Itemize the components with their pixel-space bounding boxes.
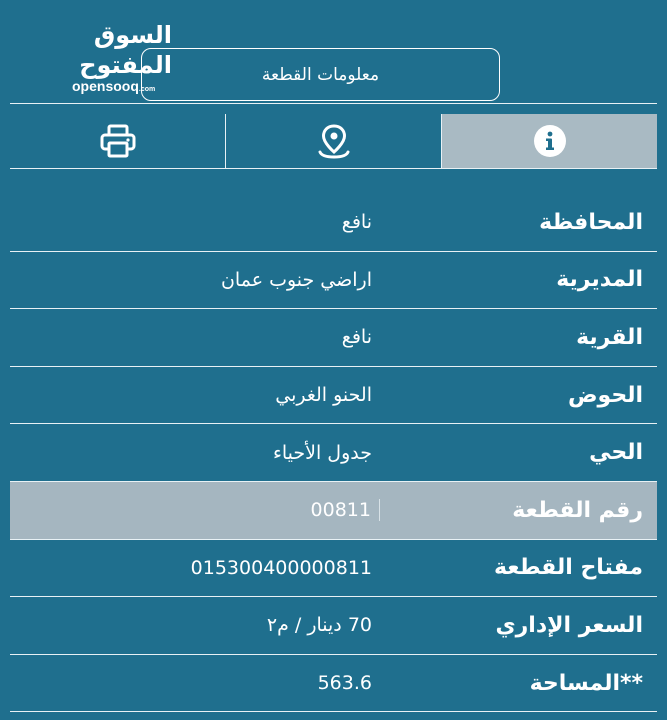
row-value: نافع [341, 326, 372, 349]
row-label: مفتاح القطعة [493, 555, 643, 581]
tab-info[interactable] [441, 114, 657, 168]
row-value: نافع [341, 211, 372, 234]
row-village: القرية نافع [10, 309, 657, 367]
row-plot-number: رقم القطعة 00811 [10, 481, 657, 540]
map-pin-icon [318, 124, 349, 159]
row-value: 015300400000811 [190, 556, 372, 579]
row-directorate: المديرية اراضي جنوب عمان [10, 252, 657, 310]
row-value: 563.6 [317, 672, 372, 695]
row-administrative-price: السعر الإداري 70 دينار / م٢ [10, 597, 657, 655]
printer-icon [100, 124, 135, 158]
row-label: المحافظة [539, 209, 643, 235]
plot-info-table: المحافظة نافع المديرية اراضي جنوب عمان ا… [10, 194, 657, 713]
info-icon [533, 125, 566, 157]
row-value: الحنو الغربي [275, 384, 372, 407]
row-governorate: المحافظة نافع [10, 194, 657, 252]
tab-bar [10, 114, 657, 169]
row-area: **المساحة 563.6 [10, 655, 657, 713]
tab-print[interactable] [10, 114, 225, 168]
top-divider [10, 103, 657, 104]
row-value: جدول الأحياء [272, 441, 372, 464]
row-label: القرية [576, 324, 643, 350]
row-value: 00811 [10, 499, 380, 522]
row-value: 70 دينار / م٢ [266, 614, 372, 637]
row-label: السعر الإداري [495, 612, 643, 638]
tab-location[interactable] [225, 114, 441, 168]
row-basin: الحوض الحنو الغربي [10, 367, 657, 425]
row-neighborhood: الحي جدول الأحياء [10, 424, 657, 482]
row-label: الحي [589, 440, 643, 466]
row-value: اراضي جنوب عمان [220, 268, 372, 291]
row-label: الحوض [567, 382, 643, 408]
row-label: المديرية [556, 267, 643, 293]
row-label: **المساحة [529, 670, 643, 696]
row-label: رقم القطعة [512, 497, 643, 523]
page-title: معلومات القطعة [141, 48, 500, 101]
row-plot-key: مفتاح القطعة 015300400000811 [10, 540, 657, 598]
